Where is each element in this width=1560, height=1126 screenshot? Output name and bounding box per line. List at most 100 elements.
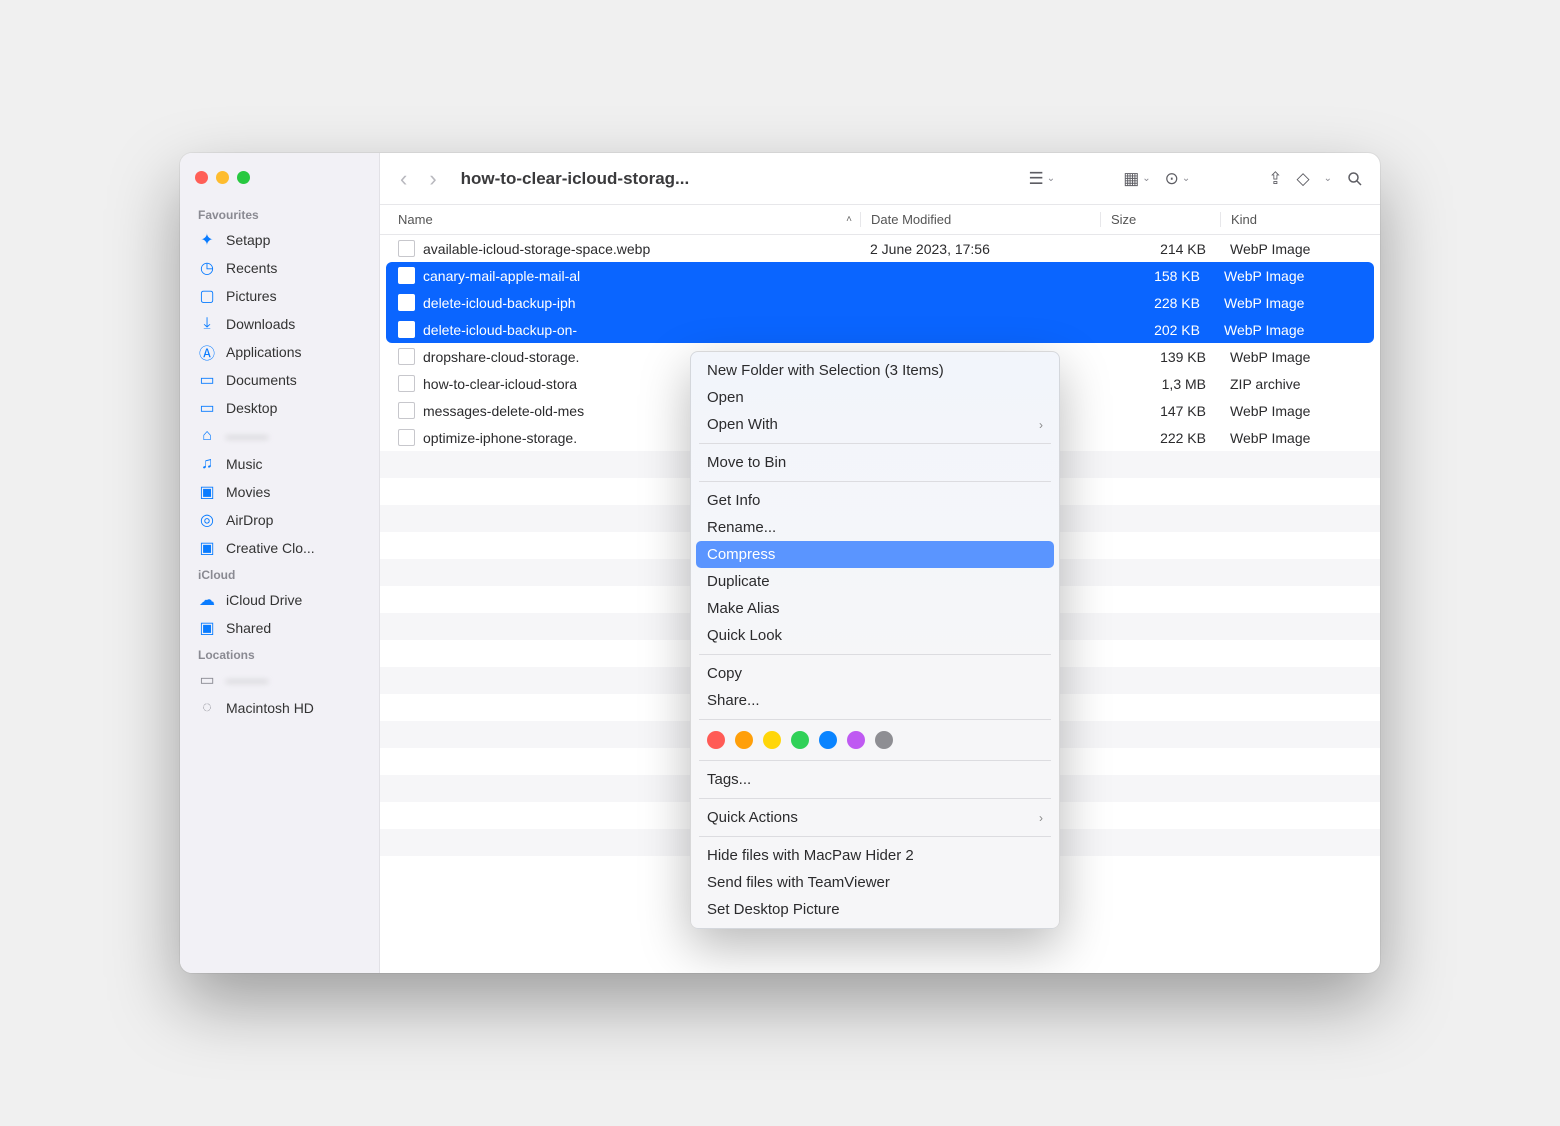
sidebar-item-label: Movies: [226, 484, 270, 500]
menu-item[interactable]: Duplicate: [691, 568, 1059, 595]
sidebar-item-label: Desktop: [226, 400, 277, 416]
file-kind: ZIP archive: [1220, 376, 1380, 392]
menu-item-label: Move to Bin: [707, 454, 786, 471]
menu-item[interactable]: Quick Look: [691, 622, 1059, 649]
file-size: 139 KB: [1100, 349, 1220, 365]
sidebar-item[interactable]: ▭Desktop: [180, 394, 379, 422]
menu-separator: [699, 719, 1051, 720]
sidebar-item[interactable]: ♫Music: [180, 450, 379, 478]
menu-item[interactable]: Hide files with MacPaw Hider 2: [691, 842, 1059, 869]
menu-item-label: Make Alias: [707, 600, 780, 617]
sidebar-item[interactable]: ▣Creative Clo...: [180, 534, 379, 562]
menu-separator: [699, 836, 1051, 837]
folder-icon: ▣: [198, 539, 216, 557]
search-icon[interactable]: [1346, 170, 1364, 188]
file-kind: WebP Image: [1214, 295, 1374, 311]
file-size: 202 KB: [1094, 322, 1214, 338]
file-size: 222 KB: [1100, 430, 1220, 446]
maximize-window-button[interactable]: [237, 171, 250, 184]
menu-item[interactable]: Set Desktop Picture: [691, 896, 1059, 923]
menu-item[interactable]: Move to Bin: [691, 449, 1059, 476]
menu-item[interactable]: New Folder with Selection (3 Items): [691, 357, 1059, 384]
back-button[interactable]: ‹: [396, 166, 411, 192]
tag-color[interactable]: [763, 731, 781, 749]
tags-icon[interactable]: ◇: [1297, 169, 1310, 189]
image-icon: ▢: [198, 287, 216, 305]
sidebar-item[interactable]: ⌂———: [180, 422, 379, 450]
action-menu-icon[interactable]: ⊙ ⌄: [1165, 169, 1191, 189]
music-icon: ♫: [198, 455, 216, 473]
menu-item-label: Compress: [707, 546, 775, 563]
sidebar-item-label: ———: [226, 672, 268, 688]
menu-item[interactable]: Tags...: [691, 766, 1059, 793]
file-icon: [398, 267, 415, 284]
menu-item[interactable]: Make Alias: [691, 595, 1059, 622]
file-size: 1,3 MB: [1100, 376, 1220, 392]
column-name[interactable]: Name˄: [398, 212, 860, 227]
disk-icon: ◌: [198, 699, 216, 717]
file-kind: WebP Image: [1220, 430, 1380, 446]
sidebar-item[interactable]: ⒶApplications: [180, 338, 379, 366]
dropdown-icon[interactable]: ⌄: [1324, 173, 1332, 184]
file-name: how-to-clear-icloud-stora: [423, 376, 577, 392]
chevron-right-icon: ›: [1039, 811, 1043, 825]
sidebar-item[interactable]: ◷Recents: [180, 254, 379, 282]
sidebar-item[interactable]: ◎AirDrop: [180, 506, 379, 534]
sidebar-item[interactable]: ▣Shared: [180, 614, 379, 642]
sidebar-item[interactable]: ▣Movies: [180, 478, 379, 506]
tag-color[interactable]: [735, 731, 753, 749]
folder-title: how-to-clear-icloud-storag...: [461, 169, 690, 189]
menu-separator: [699, 443, 1051, 444]
sidebar-section-label: iCloud: [180, 562, 379, 586]
view-list-icon[interactable]: ☰ ⌄: [1029, 169, 1056, 189]
tag-color[interactable]: [875, 731, 893, 749]
sidebar-section-label: Locations: [180, 642, 379, 666]
tag-color[interactable]: [819, 731, 837, 749]
column-date[interactable]: Date Modified: [860, 212, 1100, 227]
finder-window: Favourites✦Setapp◷Recents▢Pictures⤓Downl…: [180, 153, 1380, 973]
group-icon[interactable]: ▦ ⌄: [1123, 169, 1150, 189]
menu-item-label: Set Desktop Picture: [707, 901, 840, 918]
file-icon: [398, 348, 415, 365]
tag-color[interactable]: [707, 731, 725, 749]
menu-item[interactable]: Get Info: [691, 487, 1059, 514]
sidebar-item[interactable]: ▢Pictures: [180, 282, 379, 310]
menu-item[interactable]: Quick Actions›: [691, 804, 1059, 831]
forward-button[interactable]: ›: [425, 166, 440, 192]
sidebar-item[interactable]: ▭———: [180, 666, 379, 694]
file-row[interactable]: delete-icloud-backup-on-202 KBWebP Image: [386, 316, 1374, 343]
file-row[interactable]: delete-icloud-backup-iph228 KBWebP Image: [386, 289, 1374, 316]
menu-item[interactable]: Copy: [691, 660, 1059, 687]
sidebar-item[interactable]: ⤓Downloads: [180, 310, 379, 338]
menu-item[interactable]: Open: [691, 384, 1059, 411]
download-icon: ⤓: [198, 315, 216, 333]
menu-item-label: Share...: [707, 692, 760, 709]
column-size[interactable]: Size: [1100, 212, 1220, 227]
menu-item[interactable]: Open With›: [691, 411, 1059, 438]
sidebar-item[interactable]: ☁iCloud Drive: [180, 586, 379, 614]
file-name: messages-delete-old-mes: [423, 403, 584, 419]
menu-item[interactable]: Rename...: [691, 514, 1059, 541]
share-icon[interactable]: ⇪: [1268, 169, 1282, 189]
minimize-window-button[interactable]: [216, 171, 229, 184]
column-kind[interactable]: Kind: [1220, 212, 1380, 227]
menu-item[interactable]: Share...: [691, 687, 1059, 714]
menu-item[interactable]: Send files with TeamViewer: [691, 869, 1059, 896]
sidebar-item[interactable]: ✦Setapp: [180, 226, 379, 254]
file-kind: WebP Image: [1220, 241, 1380, 257]
menu-separator: [699, 654, 1051, 655]
sidebar-item[interactable]: ▭Documents: [180, 366, 379, 394]
file-name: dropshare-cloud-storage.: [423, 349, 579, 365]
file-row[interactable]: available-icloud-storage-space.webp2 Jun…: [380, 235, 1380, 262]
menu-item[interactable]: Compress: [696, 541, 1054, 568]
sidebar-item-label: Setapp: [226, 232, 270, 248]
file-name: delete-icloud-backup-iph: [423, 295, 576, 311]
sidebar-item[interactable]: ◌Macintosh HD: [180, 694, 379, 722]
tag-color[interactable]: [791, 731, 809, 749]
close-window-button[interactable]: [195, 171, 208, 184]
file-row[interactable]: canary-mail-apple-mail-al158 KBWebP Imag…: [386, 262, 1374, 289]
file-icon: [398, 321, 415, 338]
sidebar-item-label: ———: [226, 428, 268, 444]
tag-color[interactable]: [847, 731, 865, 749]
menu-separator: [699, 481, 1051, 482]
